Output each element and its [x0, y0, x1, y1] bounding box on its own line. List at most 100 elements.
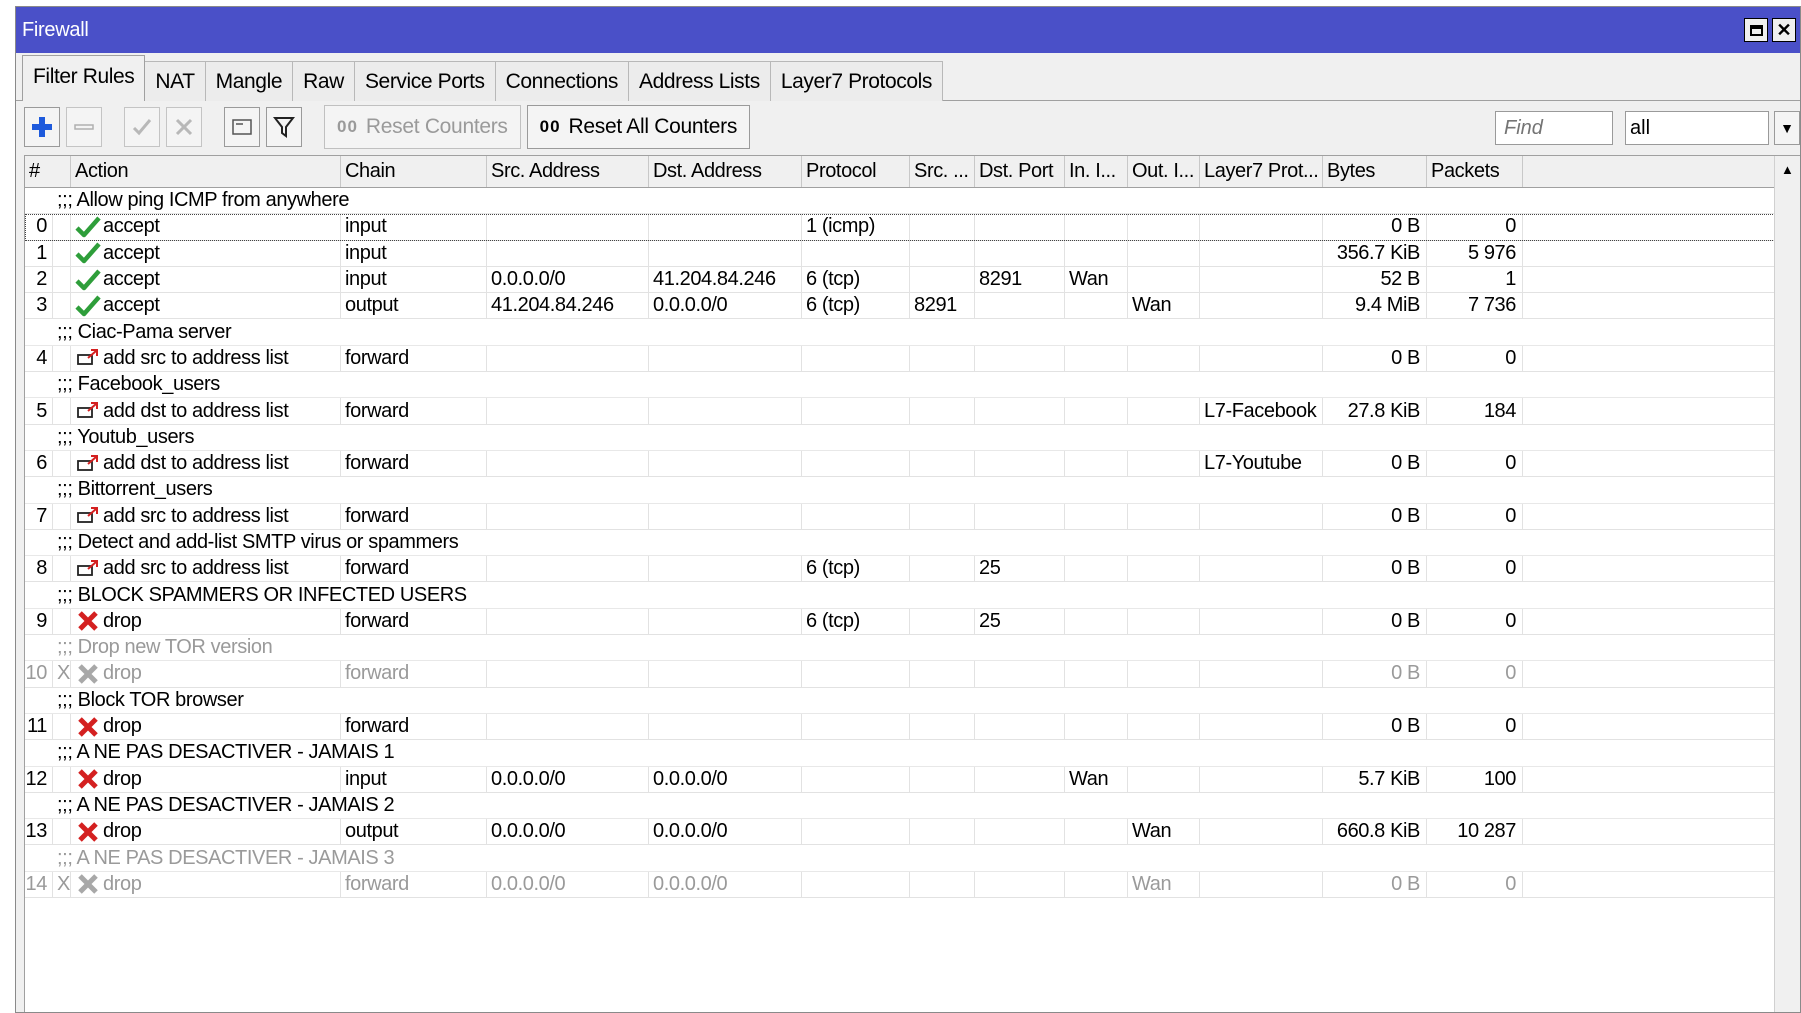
table-row[interactable]: 8 add src to address list forward 6 (tcp) 25…	[25, 556, 1800, 583]
table-row[interactable]: 3 accept output 41.204.84.246 0.0.0.0/0 6 (tc…	[25, 293, 1800, 320]
vertical-scrollbar[interactable]: ▲	[1774, 156, 1800, 1012]
col-src-address[interactable]: Src. Address	[487, 156, 649, 187]
close-button[interactable]: ✕	[1772, 18, 1796, 42]
col-bytes[interactable]: Bytes	[1323, 156, 1427, 187]
rule-comment[interactable]: ;;; Drop new TOR version	[25, 635, 1800, 662]
filter-dropdown-button[interactable]: ▼	[1774, 111, 1800, 145]
rule-in-interface	[1065, 214, 1128, 241]
filter-button[interactable]	[266, 107, 302, 147]
rule-action: add dst to address list	[71, 450, 341, 478]
col-dst-port[interactable]: Dst. Port	[975, 156, 1065, 187]
rule-comment[interactable]: ;;; Bittorrent_users	[25, 477, 1800, 504]
reset-all-counters-button[interactable]: 00 Reset All Counters	[526, 105, 751, 149]
table-row[interactable]: 4 add src to address list forward 0 B0	[25, 345, 1800, 373]
scroll-up-icon[interactable]: ▲	[1781, 162, 1794, 177]
rule-index: 7	[25, 503, 53, 530]
table-row[interactable]: 12 drop input 0.0.0.0/0 0.0.0.0/0 Wan 5.7 KiB 1…	[25, 766, 1800, 793]
rule-dst-port	[975, 819, 1065, 846]
rule-src-address: 0.0.0.0/0	[487, 871, 649, 899]
rule-layer7	[1200, 871, 1323, 899]
table-row[interactable]: 10 Xdrop forward 0 B0	[25, 661, 1800, 688]
table-row[interactable]: 14 Xdrop forward 0.0.0.0/0 0.0.0.0/0 Wan 0 B0	[25, 871, 1800, 899]
rule-chain: input	[341, 214, 487, 241]
rule-layer7	[1200, 556, 1323, 583]
table-row[interactable]: 1 accept input 356.7 KiB 5 976	[25, 240, 1800, 267]
rule-dst-port	[975, 503, 1065, 530]
table-row[interactable]: 9 drop forward 6 (tcp) 25 0 B0	[25, 608, 1800, 636]
add-to-list-icon	[75, 505, 101, 527]
tab-address-lists[interactable]: Address Lists	[627, 61, 771, 101]
col-packets[interactable]: Packets	[1427, 156, 1523, 187]
rule-src-port	[910, 503, 975, 530]
tab-connections[interactable]: Connections	[494, 61, 629, 101]
table-row[interactable]: 6 add dst to address list forward L7-Youtub…	[25, 450, 1800, 478]
rule-comment[interactable]: ;;; BLOCK SPAMMERS OR INFECTED USERS	[25, 582, 1800, 609]
reset-counters-button[interactable]: 00 Reset Counters	[324, 105, 521, 149]
rule-chain: input	[341, 266, 487, 294]
col-action[interactable]: Action	[71, 156, 341, 187]
title-bar[interactable]: Firewall ✕	[16, 7, 1800, 53]
col-in-interface[interactable]: In. I...	[1065, 156, 1128, 187]
rule-comment[interactable]: ;;; Youtub_users	[25, 425, 1800, 451]
rule-bytes: 0 B	[1323, 345, 1427, 373]
col-out-interface[interactable]: Out. I...	[1128, 156, 1200, 187]
rule-packets: 0	[1427, 503, 1523, 530]
filter-select[interactable]: all	[1625, 111, 1769, 145]
rule-comment[interactable]: ;;; A NE PAS DESACTIVER - JAMAIS 2	[25, 793, 1800, 820]
rule-dst-address	[649, 240, 802, 267]
x-icon	[175, 118, 193, 136]
add-button[interactable]	[24, 107, 60, 147]
drop-x-icon	[75, 610, 101, 632]
table-row[interactable]: 13 drop output 0.0.0.0/0 0.0.0.0/0 Wan 660.8 K…	[25, 819, 1800, 846]
rule-out-interface	[1128, 266, 1200, 294]
rule-action-label: accept	[103, 215, 160, 238]
col-chain[interactable]: Chain	[341, 156, 487, 187]
rule-comment[interactable]: ;;; Block TOR browser	[25, 688, 1800, 714]
rule-bytes: 356.7 KiB	[1323, 240, 1427, 267]
rule-action-label: accept	[103, 294, 160, 317]
rule-comment[interactable]: ;;; A NE PAS DESACTIVER - JAMAIS 3	[25, 845, 1800, 872]
rule-action: drop	[71, 766, 341, 793]
col-src-port[interactable]: Src. ...	[910, 156, 975, 187]
filter-select-value: all	[1630, 116, 1651, 139]
tab-raw[interactable]: Raw	[292, 61, 355, 101]
rule-src-port	[910, 766, 975, 793]
rule-src-port	[910, 214, 975, 241]
rule-protocol	[802, 450, 910, 478]
rule-comment[interactable]: ;;; Allow ping ICMP from anywhere	[25, 188, 1800, 215]
rule-flag	[53, 766, 71, 793]
rule-src-port	[910, 661, 975, 688]
comment-button[interactable]	[224, 107, 260, 147]
table-row[interactable]: 7 add src to address list forward 0 B0	[25, 503, 1800, 530]
col-layer7[interactable]: Layer7 Prot...	[1200, 156, 1323, 187]
col-index[interactable]: #	[25, 156, 71, 187]
rule-layer7	[1200, 214, 1323, 241]
rule-comment[interactable]: ;;; Facebook_users	[25, 372, 1800, 399]
add-to-list-icon	[75, 400, 101, 422]
col-dst-address[interactable]: Dst. Address	[649, 156, 802, 187]
rule-comment[interactable]: ;;; A NE PAS DESACTIVER - JAMAIS 1	[25, 740, 1800, 767]
tab-mangle[interactable]: Mangle	[204, 61, 294, 101]
tab-service-ports[interactable]: Service Ports	[353, 61, 496, 101]
col-protocol[interactable]: Protocol	[802, 156, 910, 187]
tab-nat[interactable]: NAT	[144, 61, 206, 101]
table-row[interactable]: 5 add dst to address list forward L7-Facebo…	[25, 398, 1800, 425]
remove-button[interactable]	[66, 107, 102, 147]
disable-button[interactable]	[166, 107, 202, 147]
enable-button[interactable]	[124, 107, 160, 147]
row-filler	[1523, 819, 1800, 846]
tab-layer7-protocols[interactable]: Layer7 Protocols	[769, 61, 944, 101]
rule-layer7	[1200, 240, 1323, 267]
rule-comment[interactable]: ;;; Ciac-Pama server	[25, 319, 1800, 346]
table-row[interactable]: 2 accept input 0.0.0.0/0 41.204.84.246 6 (tcp…	[25, 266, 1800, 294]
accept-check-icon	[75, 216, 101, 238]
maximize-button[interactable]	[1744, 18, 1768, 42]
rule-in-interface	[1065, 293, 1128, 320]
tab-filter-rules[interactable]: Filter Rules	[22, 55, 146, 101]
rule-out-interface	[1128, 450, 1200, 478]
rule-out-interface	[1128, 214, 1200, 241]
table-row[interactable]: 0 accept input 1 (icmp) 0 B0	[25, 214, 1800, 241]
table-row[interactable]: 11 drop forward 0 B0	[25, 713, 1800, 741]
find-input[interactable]	[1495, 111, 1613, 145]
rule-comment[interactable]: ;;; Detect and add-list SMTP virus or sp…	[25, 530, 1800, 557]
